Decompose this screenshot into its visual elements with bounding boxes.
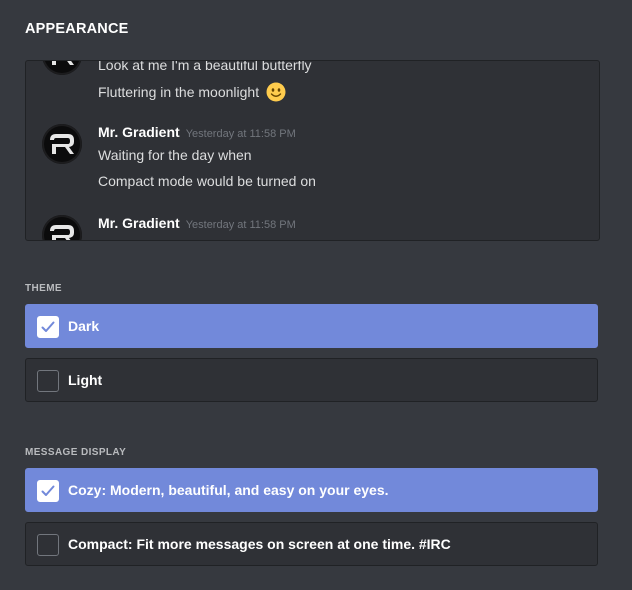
message-timestamp: Yesterday at 11:58 PM — [185, 128, 296, 140]
display-option-cozy[interactable]: Cozy: Modern, beautiful, and easy on you… — [25, 468, 598, 512]
message-header: Mr. Gradient Yesterday at 11:58 PM — [98, 124, 296, 140]
option-label: Cozy: Modern, beautiful, and easy on you… — [68, 482, 389, 498]
checkbox-checked[interactable] — [37, 480, 59, 502]
gradient-logo-icon — [52, 61, 74, 65]
author-name[interactable]: Mr. Gradient — [98, 215, 180, 231]
gradient-logo-icon — [50, 225, 74, 240]
checkmark-icon — [41, 321, 55, 332]
checkbox-unchecked[interactable] — [37, 370, 59, 392]
option-label: Light — [68, 372, 103, 388]
user-avatar — [42, 215, 82, 240]
smiling-face-emoji-icon — [266, 82, 286, 102]
display-option-compact[interactable]: Compact: Fit more messages on screen at … — [25, 522, 598, 566]
option-label: Compact: Fit more messages on screen at … — [68, 536, 451, 552]
option-label: Dark — [68, 318, 100, 334]
checkbox-checked[interactable] — [37, 316, 59, 338]
message-preview: Look at me I'm a beautiful butterfly Flu… — [25, 60, 600, 241]
message-display-section-label: MESSAGE DISPLAY — [25, 447, 127, 458]
message-timestamp: Yesterday at 11:58 PM — [185, 219, 296, 231]
message-line: Waiting for the day when — [98, 147, 252, 163]
user-avatar — [42, 124, 82, 164]
message-line: Compact mode would be turned on — [98, 173, 316, 189]
message-line: Look at me I'm a beautiful butterfly — [98, 60, 312, 73]
checkmark-icon — [41, 485, 55, 496]
message-text: Fluttering in the moonlight — [98, 84, 260, 100]
author-name[interactable]: Mr. Gradient — [98, 124, 180, 140]
page-title: APPEARANCE — [25, 21, 129, 37]
message-header: Mr. Gradient Yesterday at 11:58 PM — [98, 215, 296, 231]
theme-option-light[interactable]: Light — [25, 358, 598, 402]
theme-section-label: THEME — [25, 283, 62, 294]
theme-option-dark[interactable]: Dark — [25, 304, 598, 348]
gradient-logo-icon — [50, 134, 74, 154]
user-avatar — [42, 61, 82, 75]
checkbox-unchecked[interactable] — [37, 534, 59, 556]
message-line-with-emoji: Fluttering in the moonlight — [98, 82, 286, 102]
